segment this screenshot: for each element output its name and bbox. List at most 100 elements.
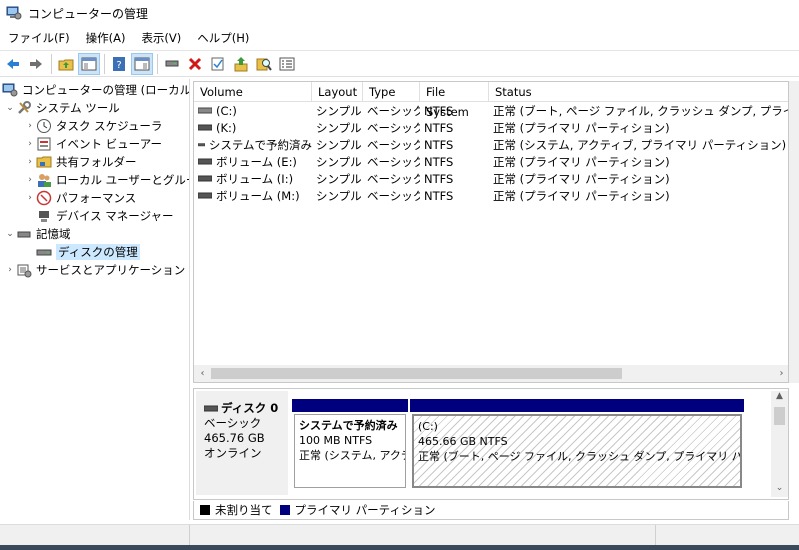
tree-label: パフォーマンス xyxy=(56,191,137,205)
menu-view[interactable]: 表示(V) xyxy=(133,28,189,48)
volume-name: システムで予約済み xyxy=(208,137,312,152)
tree-item-event-viewer[interactable]: › イベント ビューアー xyxy=(24,135,162,153)
table-row[interactable]: (C:) シンプル ベーシック NTFS 正常 (ブート, ページ ファイル, … xyxy=(194,102,788,119)
tree-item-performance[interactable]: › パフォーマンス xyxy=(24,189,136,207)
column-header-layout[interactable]: Layout xyxy=(312,82,363,102)
properties-button[interactable] xyxy=(131,52,153,75)
connect-button[interactable] xyxy=(161,53,183,75)
volume-icon xyxy=(198,107,212,113)
tree-item-services-apps[interactable]: › サービスとアプリケーション xyxy=(4,261,185,279)
scroll-down-icon[interactable]: ⌄ xyxy=(771,483,788,497)
chevron-right-icon[interactable]: › xyxy=(24,175,36,185)
table-row[interactable]: システムで予約済み シンプル ベーシック NTFS 正常 (システム, アクティ… xyxy=(194,136,788,153)
delete-icon xyxy=(188,57,202,70)
partition-system-reserved[interactable]: システムで予約済み 100 MB NTFS 正常 (システム, アクテ xyxy=(292,399,408,490)
check-button[interactable] xyxy=(207,53,229,75)
tree-item-storage[interactable]: ⌄ 記憶域 xyxy=(4,225,70,243)
list-button[interactable] xyxy=(276,53,298,75)
chevron-right-icon[interactable]: › xyxy=(24,157,36,167)
chevron-right-icon[interactable]: › xyxy=(24,121,36,131)
computer-management-icon xyxy=(6,6,22,20)
check-icon xyxy=(211,57,224,70)
disk-size: 465.76 GB xyxy=(204,431,265,445)
disk-map: ディスク 0 ベーシック 465.76 GB オンライン システムで予約済み 1… xyxy=(193,388,789,500)
tree-item-disk-management[interactable]: ディスクの管理 xyxy=(36,243,140,261)
toolbar-separator xyxy=(157,53,158,74)
chevron-right-icon[interactable]: › xyxy=(24,193,36,203)
menu-help[interactable]: ヘルプ(H) xyxy=(189,28,257,48)
legend: 未割り当て プライマリ パーティション xyxy=(193,501,789,520)
tree-item-device-manager[interactable]: デバイス マネージャー xyxy=(36,207,174,225)
volume-icon xyxy=(198,124,212,130)
volume-icon xyxy=(198,158,212,164)
horizontal-scrollbar[interactable]: ‹ › xyxy=(194,365,788,382)
column-header-file-system[interactable]: File System xyxy=(420,82,489,119)
partition-status: 正常 (ブート, ページ ファイル, クラッシュ ダンプ, プライマリ パーティ… xyxy=(418,450,742,463)
properties-icon xyxy=(134,57,150,70)
disk-0-header[interactable]: ディスク 0 ベーシック 465.76 GB オンライン xyxy=(196,391,288,495)
show-hide-tree-button[interactable] xyxy=(78,52,100,75)
tree-label: イベント ビューアー xyxy=(56,137,163,151)
partition-body: システムで予約済み 100 MB NTFS 正常 (システム, アクテ xyxy=(294,414,406,488)
layout-cell: シンプル xyxy=(316,137,362,152)
status-cell: 正常 (ブート, ページ ファイル, クラッシュ ダンプ, プライマリ パーティ xyxy=(493,103,788,118)
status-segment xyxy=(190,525,656,547)
tree-item-root[interactable]: コンピューターの管理 (ローカル) xyxy=(2,81,190,99)
volume-name: (K:) xyxy=(216,120,237,135)
type-cell: ベーシック xyxy=(367,171,420,186)
back-icon xyxy=(7,58,19,69)
tree-item-system-tools[interactable]: ⌄ システム ツール xyxy=(4,99,120,117)
layout-cell: シンプル xyxy=(316,188,362,203)
tools-icon xyxy=(16,100,32,116)
tree-item-task-scheduler[interactable]: › タスク スケジューラ xyxy=(24,117,162,135)
help-button[interactable]: ? xyxy=(108,53,130,75)
menu-file[interactable]: ファイル(F) xyxy=(0,28,78,48)
layout-cell: シンプル xyxy=(316,154,362,169)
volume-list: Volume Layout Type File System Status (C… xyxy=(193,81,789,383)
table-row[interactable]: ボリューム (I:) シンプル ベーシック NTFS 正常 (プライマリ パーテ… xyxy=(194,170,788,187)
svg-text:?: ? xyxy=(116,60,121,71)
tree-item-shared-folders[interactable]: › 共有フォルダー xyxy=(24,153,137,171)
table-row[interactable]: (K:) シンプル ベーシック NTFS 正常 (プライマリ パーティション) xyxy=(194,119,788,136)
users-icon xyxy=(36,172,52,188)
toolbar-separator xyxy=(51,53,52,74)
tree-item-local-users[interactable]: › ローカル ユーザーとグループ xyxy=(24,171,189,189)
forward-button[interactable] xyxy=(25,53,47,75)
tree-label: サービスとアプリケーション xyxy=(36,263,186,277)
delete-button[interactable] xyxy=(184,53,206,75)
vertical-scrollbar[interactable] xyxy=(789,81,799,383)
column-header-status[interactable]: Status xyxy=(489,82,788,102)
column-header-volume[interactable]: Volume xyxy=(194,82,312,102)
back-button[interactable] xyxy=(2,53,24,75)
search-icon xyxy=(256,58,272,71)
chevron-down-icon[interactable]: ⌄ xyxy=(4,103,16,113)
tree-label: コンピューターの管理 (ローカル) xyxy=(22,83,190,97)
menu-action[interactable]: 操作(A) xyxy=(78,28,134,48)
scrollbar-thumb[interactable] xyxy=(211,368,622,379)
volume-name: ボリューム (E:) xyxy=(216,154,297,169)
type-cell: ベーシック xyxy=(367,137,420,152)
up-button[interactable] xyxy=(55,53,77,75)
table-row[interactable]: ボリューム (M:) シンプル ベーシック NTFS 正常 (プライマリ パーテ… xyxy=(194,187,788,204)
search-button[interactable] xyxy=(253,53,275,75)
volume-name: ボリューム (M:) xyxy=(216,188,300,203)
disk-state: オンライン xyxy=(204,446,262,460)
disk-type: ベーシック xyxy=(204,416,262,430)
chevron-down-icon[interactable]: ⌄ xyxy=(4,229,16,239)
table-row[interactable]: ボリューム (E:) シンプル ベーシック NTFS 正常 (プライマリ パーテ… xyxy=(194,153,788,170)
scroll-left-icon[interactable]: ‹ xyxy=(194,365,211,382)
tree-label: 共有フォルダー xyxy=(56,155,137,169)
import-button[interactable] xyxy=(230,53,252,75)
legend-label-primary: プライマリ パーティション xyxy=(294,503,436,517)
tree-label: タスク スケジューラ xyxy=(56,119,163,133)
column-header-type[interactable]: Type xyxy=(363,82,420,102)
scroll-right-icon[interactable]: › xyxy=(773,365,788,382)
partition-c[interactable]: (C:) 465.66 GB NTFS 正常 (ブート, ページ ファイル, ク… xyxy=(410,399,744,490)
disk-map-scrollbar[interactable]: ▲ ⌄ xyxy=(771,391,788,497)
menu-bar: ファイル(F) 操作(A) 表示(V) ヘルプ(H) xyxy=(0,28,799,48)
scrollbar-thumb[interactable] xyxy=(774,407,785,425)
chevron-right-icon[interactable]: › xyxy=(4,265,16,275)
chevron-right-icon[interactable]: › xyxy=(24,139,36,149)
toolbar-separator xyxy=(104,53,105,74)
scroll-up-icon[interactable]: ▲ xyxy=(771,391,788,405)
